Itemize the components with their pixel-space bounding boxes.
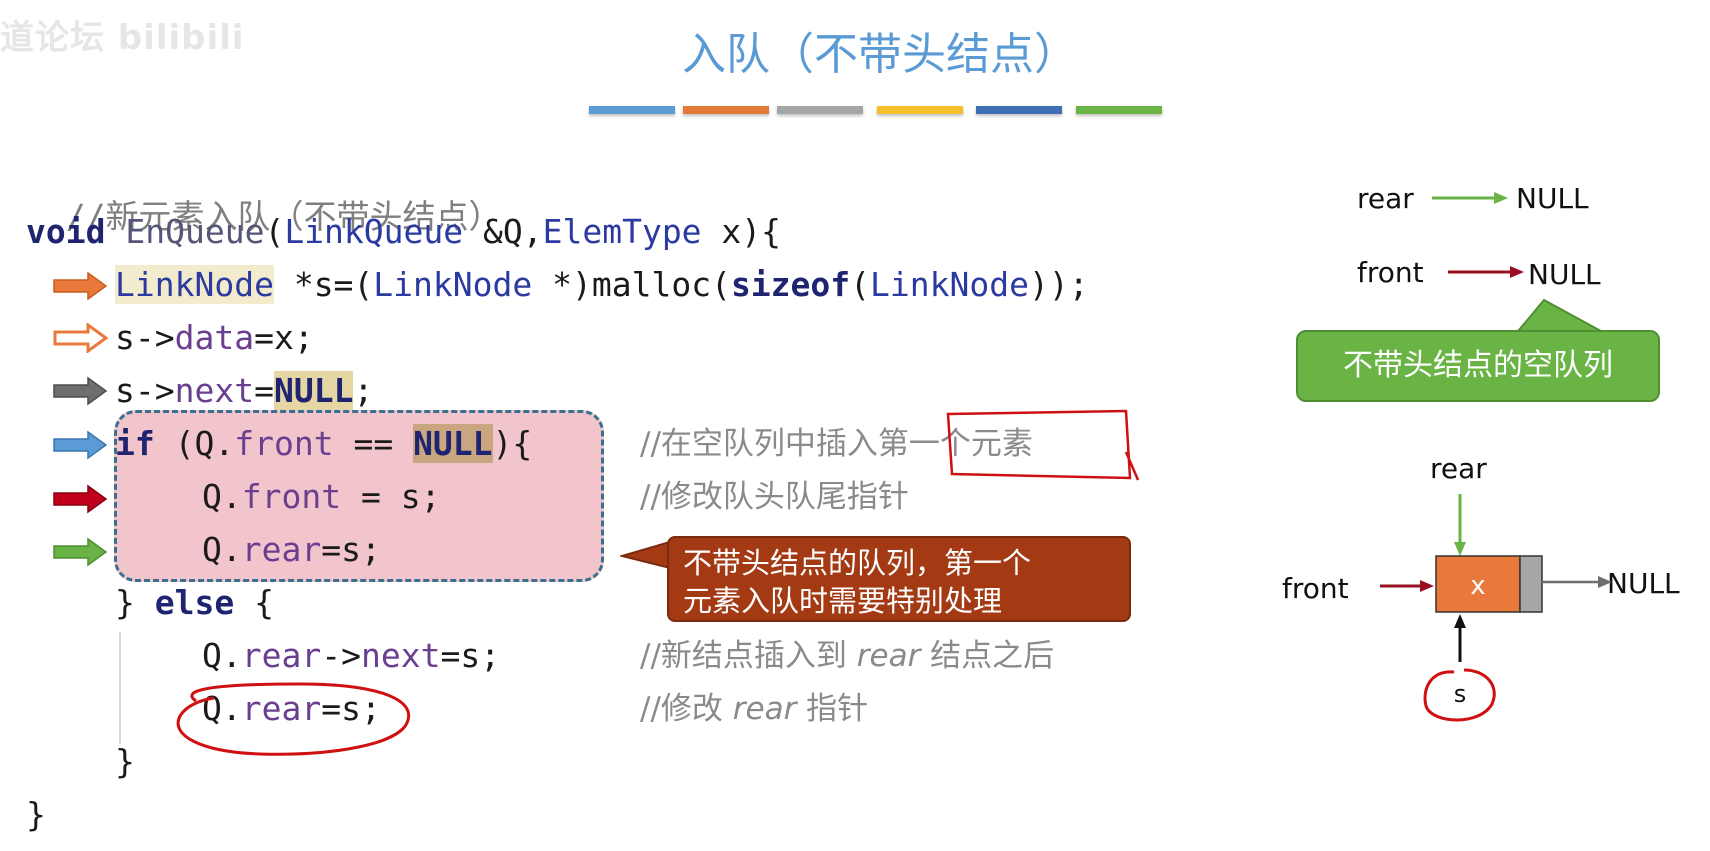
node-next-cell <box>1519 555 1543 613</box>
label-null-front: NULL <box>1528 258 1601 291</box>
label-rear: rear <box>1357 182 1414 215</box>
callout-empty-queue: 不带头结点的空队列 <box>1296 330 1660 402</box>
label-rear-bottom: rear <box>1430 452 1487 485</box>
node-value: x <box>1470 571 1486 601</box>
label-s: s <box>1453 680 1467 708</box>
arrow-front-icon <box>1448 266 1524 278</box>
arrow-rear-icon <box>1432 192 1508 204</box>
hand-drawn-box <box>946 409 1140 481</box>
label-null-rear: NULL <box>1516 182 1589 215</box>
hand-drawn-ellipse <box>176 682 411 756</box>
linked-node-diagram <box>1380 494 1612 722</box>
label-front-bottom: front <box>1282 572 1349 605</box>
label-front: front <box>1357 256 1424 289</box>
